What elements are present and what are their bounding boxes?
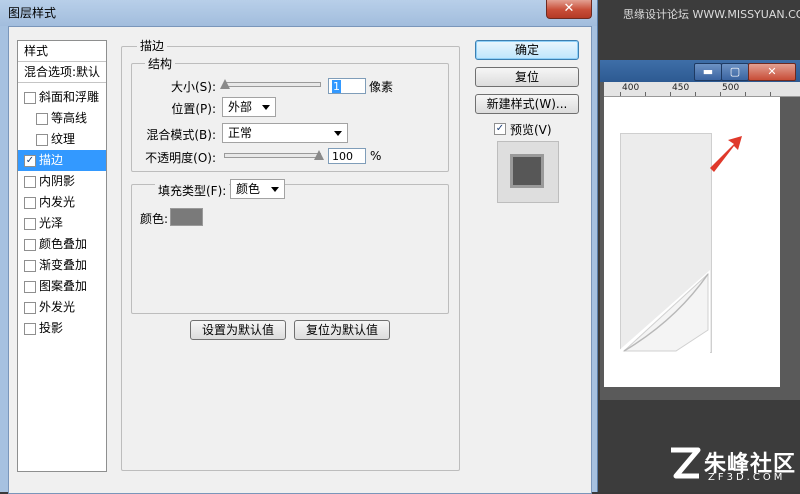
opacity-slider-thumb[interactable] [314,150,324,160]
checkbox-icon[interactable]: ✓ [24,155,36,167]
maximize-button[interactable]: ▢ [721,63,749,81]
style-item-label: 内发光 [39,195,76,209]
checkbox-icon[interactable] [36,134,48,146]
new-style-button[interactable]: 新建样式(W)... [475,94,579,114]
style-item[interactable]: 渐变叠加 [18,255,106,276]
style-item[interactable]: ✓ 描边 [18,150,106,171]
ruler-tick-label: 400 [622,83,640,93]
fill-group [131,184,449,314]
style-item-label: 外发光 [39,300,76,314]
style-list-header[interactable]: 样式 [18,41,106,62]
size-unit: 像素 [369,80,394,94]
document-close-button[interactable]: ✕ [748,63,796,81]
style-item-label: 纹理 [51,132,76,146]
checkbox-icon[interactable] [24,260,36,272]
position-select[interactable]: 外部 [222,97,276,117]
opacity-label: 不透明度(O): [145,151,216,165]
blend-options-item[interactable]: 混合选项:默认 [18,62,106,83]
dialog-titlebar [0,0,597,26]
reset-button[interactable]: 复位 [475,67,579,87]
checkbox-icon[interactable] [24,323,36,335]
ok-button[interactable]: 确定 [475,40,579,60]
style-item[interactable]: 外发光 [18,297,106,318]
checkbox-icon[interactable] [24,197,36,209]
style-item[interactable]: 颜色叠加 [18,234,106,255]
dialog-close-button[interactable]: ✕ [546,0,592,19]
brand-logo-icon [671,447,701,479]
position-value: 外部 [228,100,253,114]
style-item-label: 图案叠加 [39,279,88,293]
opacity-input[interactable]: 100 [328,148,366,164]
opacity-slider-track[interactable] [224,153,321,158]
checkbox-icon: ✓ [494,123,506,135]
ruler-tick-label: 450 [672,83,690,93]
chevron-down-icon [262,105,270,110]
checkbox-icon[interactable] [24,92,36,104]
fill-type-select[interactable]: 颜色 [230,179,285,199]
horizontal-ruler: 400 450 500 [604,82,800,97]
reset-default-button[interactable]: 复位为默认值 [294,320,390,340]
style-item[interactable]: 光泽 [18,213,106,234]
fill-type-label: 填充类型(F): [155,182,230,199]
style-item[interactable]: 等高线 [18,108,106,129]
preview-label: 预览(V) [510,123,552,137]
checkbox-icon[interactable] [24,218,36,230]
style-item[interactable]: 内发光 [18,192,106,213]
style-item-label: 颜色叠加 [39,237,88,251]
style-item-label: 斜面和浮雕 [39,90,100,104]
size-value: 1 [332,80,341,93]
style-preview-swatch [510,154,544,188]
page-curl-shape [616,270,710,353]
style-item-label: 内阴影 [39,174,76,188]
style-item[interactable]: 内阴影 [18,171,106,192]
style-list: 样式 混合选项:默认 斜面和浮雕等高线纹理 ✓ 描边内阴影内发光光泽颜色叠加渐变叠加… [17,40,107,472]
color-label: 颜色: [140,212,169,226]
watermark-text: 思缘设计论坛 WWW.MISSYUAN.COM [623,8,800,21]
checkbox-icon[interactable] [24,176,36,188]
style-item-label: 等高线 [51,111,88,125]
style-item-label: 光泽 [39,216,64,230]
stroke-section-title: 描边 [137,37,168,54]
checkbox-icon[interactable] [24,239,36,251]
position-label: 位置(P): [171,102,216,116]
fill-type-value: 颜色 [236,182,261,196]
structure-title: 结构 [145,55,176,72]
style-item-label: 投影 [39,321,64,335]
brand-domain: ZF3D.COM [708,472,786,483]
style-item[interactable]: 斜面和浮雕 [18,87,106,108]
minimize-button[interactable]: ▬ [694,63,722,81]
dialog-title: 图层样式 [8,6,57,20]
ruler-tick-label: 500 [722,83,740,93]
make-default-button[interactable]: 设置为默认值 [190,320,286,340]
preview-checkbox[interactable]: ✓ 预览(V) [494,121,574,137]
checkbox-icon[interactable] [24,302,36,314]
size-input[interactable]: 1 [328,78,366,94]
size-label: 大小(S): [170,80,216,94]
blend-mode-label: 混合模式(B): [146,128,216,142]
style-item-label: 描边 [39,153,64,167]
style-item[interactable]: 投影 [18,318,106,339]
blend-mode-value: 正常 [228,126,253,140]
opacity-unit: % [370,149,382,163]
red-arrow-icon [710,136,742,172]
checkbox-icon[interactable] [36,113,48,125]
style-item[interactable]: 纹理 [18,129,106,150]
chevron-down-icon [271,187,279,192]
chevron-down-icon [334,131,342,136]
brand-watermark: 朱峰社区 ZF3D.COM [668,444,796,488]
size-slider-track[interactable] [224,82,321,87]
blend-mode-select[interactable]: 正常 [222,123,348,143]
style-item-label: 渐变叠加 [39,258,88,272]
checkbox-icon[interactable] [24,281,36,293]
color-swatch[interactable] [170,208,203,226]
size-slider-thumb[interactable] [219,79,230,89]
style-item[interactable]: 图案叠加 [18,276,106,297]
